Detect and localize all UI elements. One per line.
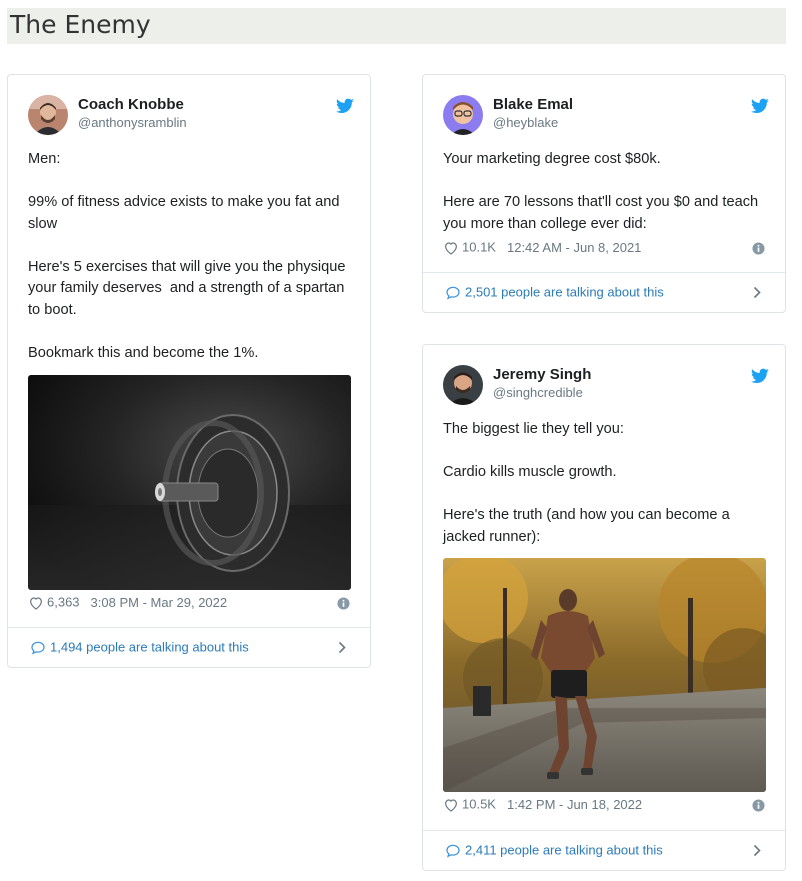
timestamp-link[interactable]: 12:42 AM - Jun 8, 2021 bbox=[507, 240, 641, 255]
tweet-text: Your marketing degree cost $80k. Here ar… bbox=[443, 151, 759, 232]
avatar[interactable] bbox=[28, 95, 68, 135]
tweet-card-jeremy-singh[interactable]: Jeremy Singh @singhcredible The biggest … bbox=[422, 344, 786, 871]
author-name[interactable]: Jeremy Singh bbox=[493, 366, 591, 384]
twitter-bird-icon[interactable] bbox=[751, 98, 769, 114]
twitter-bird-icon[interactable] bbox=[751, 368, 769, 384]
like-count: 10.5K bbox=[462, 796, 496, 812]
tweet-author[interactable]: Coach Knobbe @anthonysramblin bbox=[28, 95, 354, 137]
comment-bubble-icon bbox=[31, 641, 45, 655]
runner-photo[interactable] bbox=[443, 558, 766, 792]
author-handle[interactable]: @heyblake bbox=[493, 115, 558, 131]
tweet-meta: 10.1K 12:42 AM - Jun 8, 2021 bbox=[443, 237, 769, 257]
timestamp-link[interactable]: 1:42 PM - Jun 18, 2022 bbox=[507, 797, 642, 812]
tweet-author[interactable]: Jeremy Singh @singhcredible bbox=[443, 365, 769, 407]
author-handle[interactable]: @singhcredible bbox=[493, 385, 583, 401]
tweet-card-blake-emal[interactable]: Blake Emal @heyblake Your marketing degr… bbox=[422, 74, 786, 313]
conversation-link[interactable]: 2,411 people are talking about this bbox=[445, 840, 761, 860]
tweet-text: Men: 99% of fitness advice exists to mak… bbox=[28, 151, 346, 361]
conversation-label[interactable]: 2,411 people are talking about this bbox=[465, 843, 663, 858]
info-icon[interactable] bbox=[752, 799, 765, 812]
heart-icon[interactable] bbox=[443, 797, 459, 813]
heart-icon[interactable] bbox=[443, 240, 459, 256]
comment-bubble-icon bbox=[446, 844, 460, 858]
conversation-label[interactable]: 1,494 people are talking about this bbox=[50, 640, 249, 655]
conversation-link[interactable]: 2,501 people are talking about this bbox=[445, 282, 761, 302]
tweet-meta: 10.5K 1:42 PM - Jun 18, 2022 bbox=[443, 794, 769, 814]
page-title: The Enemy bbox=[10, 10, 151, 39]
author-handle[interactable]: @anthonysramblin bbox=[78, 115, 187, 131]
info-icon[interactable] bbox=[337, 597, 350, 610]
like-count: 10.1K bbox=[462, 239, 496, 255]
conversation-link[interactable]: 1,494 people are talking about this bbox=[30, 637, 346, 657]
timestamp-link[interactable]: 3:08 PM - Mar 29, 2022 bbox=[91, 595, 228, 610]
author-name[interactable]: Blake Emal bbox=[493, 96, 573, 114]
tweet-meta: 6,363 3:08 PM - Mar 29, 2022 bbox=[28, 592, 354, 612]
heart-icon[interactable] bbox=[28, 595, 44, 611]
author-name[interactable]: Coach Knobbe bbox=[78, 96, 184, 114]
divider bbox=[423, 272, 785, 273]
chevron-right-icon[interactable] bbox=[753, 844, 761, 857]
chevron-right-icon[interactable] bbox=[338, 641, 346, 654]
chevron-right-icon[interactable] bbox=[753, 286, 761, 299]
tweet-card-coach-knobbe[interactable]: Coach Knobbe @anthonysramblin Men: 99% o… bbox=[7, 74, 371, 668]
dumbbell-photo[interactable] bbox=[28, 375, 351, 590]
info-icon[interactable] bbox=[752, 242, 765, 255]
twitter-bird-icon[interactable] bbox=[336, 98, 354, 114]
section-header: The Enemy bbox=[7, 8, 786, 44]
avatar[interactable] bbox=[443, 95, 483, 135]
divider bbox=[8, 627, 370, 628]
tweet-author[interactable]: Blake Emal @heyblake bbox=[443, 95, 769, 137]
avatar[interactable] bbox=[443, 365, 483, 405]
comment-bubble-icon bbox=[446, 286, 460, 300]
tweet-text: The biggest lie they tell you: Cardio ki… bbox=[443, 421, 730, 545]
divider bbox=[423, 830, 785, 831]
like-count: 6,363 bbox=[47, 594, 80, 610]
conversation-label[interactable]: 2,501 people are talking about this bbox=[465, 285, 664, 300]
